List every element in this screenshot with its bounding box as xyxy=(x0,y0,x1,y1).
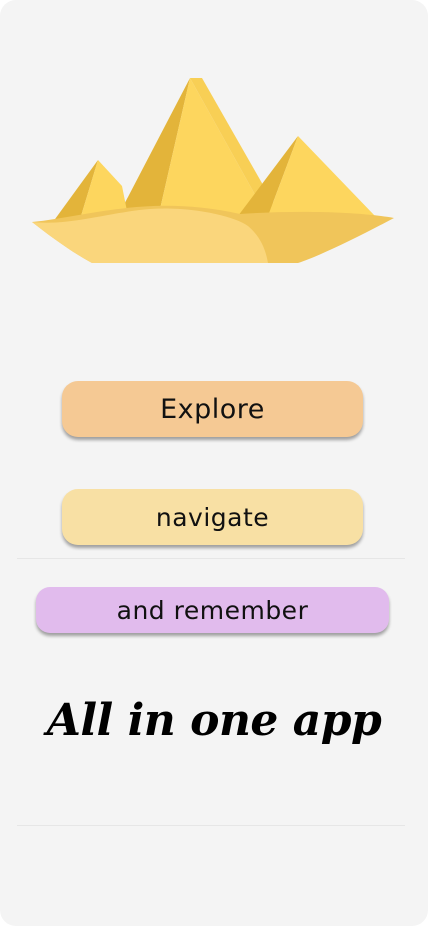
divider-top xyxy=(17,558,405,559)
navigate-label: navigate xyxy=(155,502,270,532)
explore-button[interactable]: Explore xyxy=(62,381,363,437)
remember-label: and remember xyxy=(116,595,309,625)
navigate-button[interactable]: navigate xyxy=(62,489,363,545)
app-screen: Explore navigate and remember All in one… xyxy=(0,0,428,926)
remember-button[interactable]: and remember xyxy=(36,587,389,633)
divider-bottom xyxy=(17,825,405,826)
explore-label: Explore xyxy=(160,393,265,425)
tagline: All in one app xyxy=(46,695,382,746)
desert-pyramids-icon xyxy=(32,78,394,263)
